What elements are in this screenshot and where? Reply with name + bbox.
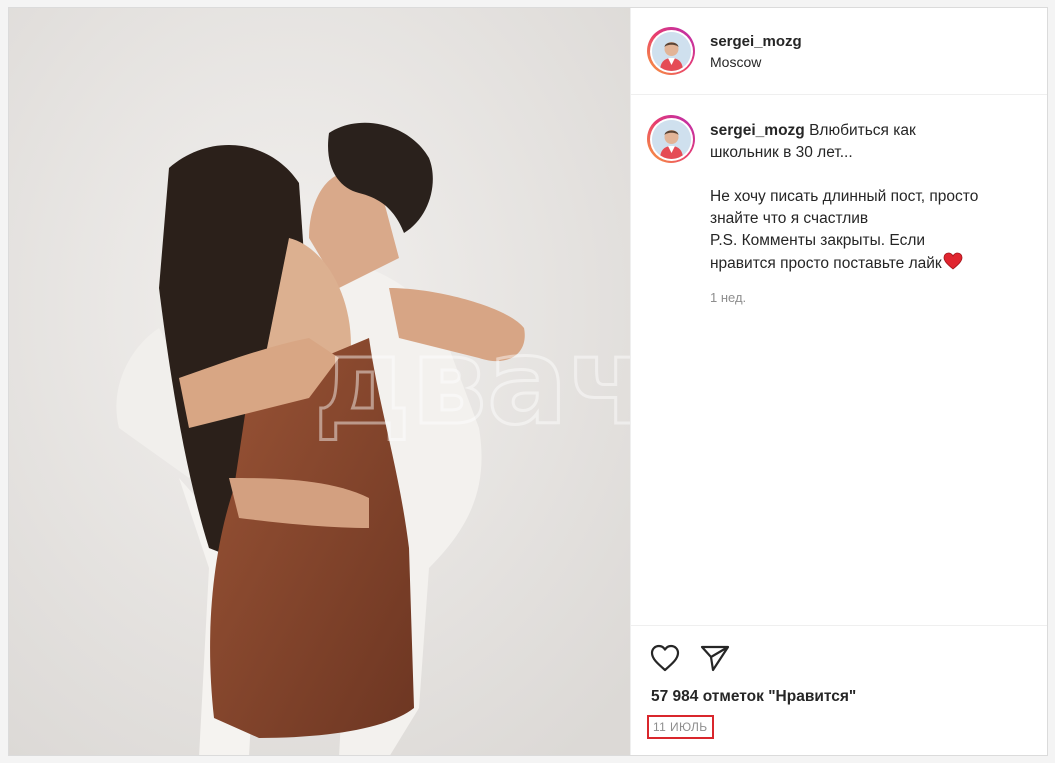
red-heart-emoji-icon: [943, 252, 963, 270]
instagram-post: двач sergei_mozg Moscow sergei_mozg Влюб…: [8, 7, 1048, 756]
avatar[interactable]: [647, 27, 695, 75]
heart-outline-icon[interactable]: [649, 642, 681, 674]
couple-photo-illustration: двач: [9, 8, 630, 755]
header-username[interactable]: sergei_mozg: [710, 33, 802, 50]
caption-body-line-4: нравится просто поставьте лайк: [710, 255, 942, 272]
header-location[interactable]: Moscow: [710, 54, 802, 70]
caption-line-1: Влюбиться как: [809, 122, 916, 139]
caption-body-line-3: P.S. Комменты закрыты. Если: [710, 232, 926, 249]
paper-plane-icon[interactable]: [699, 642, 731, 674]
watermark-text: двач: [314, 313, 630, 452]
post-header: sergei_mozg Moscow: [631, 8, 1047, 95]
caption-line-2: школьник в 30 лет...: [710, 144, 853, 161]
post-date[interactable]: 11 ИЮЛЬ: [647, 715, 714, 739]
avatar-portrait-icon: [651, 31, 691, 71]
caption-avatar[interactable]: [647, 115, 695, 163]
action-bar: [631, 626, 1047, 692]
caption-body-line-2: знайте что я счастлив: [710, 210, 869, 227]
caption-timestamp[interactable]: 1 нед.: [710, 287, 1030, 309]
caption-text: sergei_mozg Влюбиться как школьник в 30 …: [710, 115, 1030, 625]
avatar-portrait-icon: [651, 119, 691, 159]
post-photo[interactable]: двач: [9, 8, 630, 755]
post-sidebar: sergei_mozg Moscow sergei_mozg Влюбиться…: [630, 8, 1047, 755]
caption-body-line-1: Не хочу писать длинный пост, просто: [710, 188, 979, 205]
caption-username[interactable]: sergei_mozg: [710, 122, 805, 139]
caption-section: sergei_mozg Влюбиться как школьник в 30 …: [631, 95, 1047, 626]
